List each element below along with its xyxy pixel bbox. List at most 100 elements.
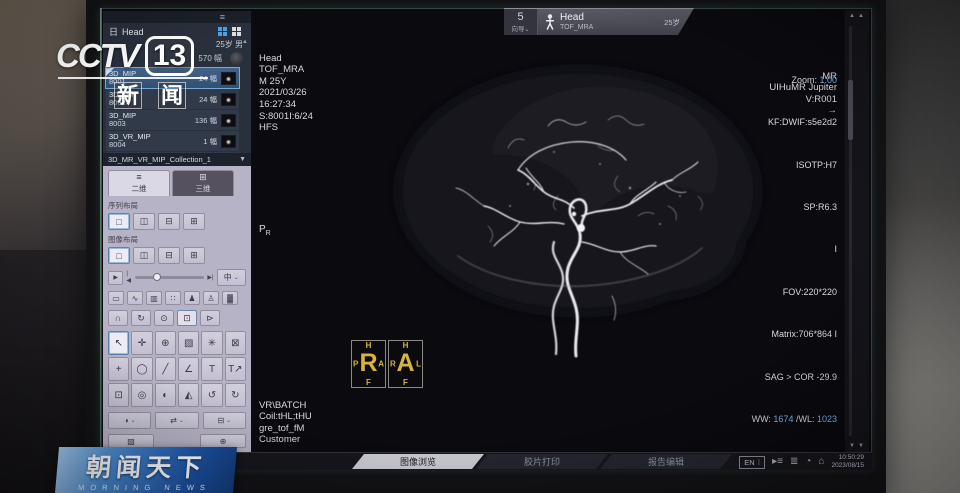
reset-layout-button[interactable]: ▨ <box>108 434 154 448</box>
series-count: 136 幅 <box>195 115 217 126</box>
background-desk <box>880 0 960 493</box>
scroll-down-icon[interactable]: ▼▼ <box>849 443 867 449</box>
program-subtitle: MORNING NEWS <box>78 483 212 492</box>
magnifier-icon[interactable]: ◎ <box>131 383 152 407</box>
layout-2row-button[interactable]: ⊟ <box>158 247 180 264</box>
info-line: S:8001I:6/24 <box>259 111 313 123</box>
patient-tab[interactable]: 5 向导⌄ Head TOF_MRA 25岁 <box>504 8 694 35</box>
taskbar-icons: ▸≡ ≣ ◔ ⌂ <box>772 457 824 467</box>
speed-select[interactable]: 中 ⌄ <box>217 269 246 286</box>
clock: 10:50:29 2023/08/15 <box>831 454 864 470</box>
study-thumbnail[interactable] <box>230 52 243 65</box>
layout-2x2-button[interactable]: ⊞ <box>183 213 205 230</box>
patient-tab-index[interactable]: 5 向导⌄ <box>504 9 538 35</box>
stat-line: SP:R6.3 <box>752 202 837 213</box>
series-id: 8004 <box>109 141 151 149</box>
cine-slider[interactable] <box>135 276 205 279</box>
stat-line: FOV:220*220 <box>752 287 837 298</box>
crop-icon[interactable]: ▧ <box>178 331 199 355</box>
patient-front-icon[interactable]: ♟ <box>184 291 200 305</box>
image-info-top-left: HeadTOF_MRAM 25Y2021/03/2616:27:34S:8001… <box>259 18 313 134</box>
patient-age: 25岁 <box>664 17 680 28</box>
layout-1x1-button[interactable]: □ <box>108 213 130 230</box>
info-line: Head <box>259 53 313 65</box>
play-button[interactable]: ▶ <box>108 271 123 285</box>
histogram-icon[interactable]: ▥ <box>146 291 162 305</box>
series-id: 8003 <box>109 120 136 128</box>
cine-loop-icon[interactable]: ↻ <box>131 310 151 326</box>
wwwl-combo[interactable]: ◑⌄ <box>108 412 151 429</box>
speed-value: 中 <box>224 272 232 283</box>
slider-handle[interactable] <box>153 273 161 281</box>
text-annotation-icon[interactable]: T <box>201 357 222 381</box>
preset-combo[interactable]: ⇄⌄ <box>155 412 198 429</box>
delete-region-icon[interactable]: ⊠ <box>225 331 246 355</box>
toolbox-icon[interactable]: ⌂ <box>818 457 824 467</box>
rotate-right-icon[interactable]: ↻ <box>225 383 246 407</box>
menu-icon[interactable]: ≡ <box>220 13 225 22</box>
enhance-icon[interactable]: ✳ <box>201 331 222 355</box>
crosshair-icon[interactable]: + <box>108 357 129 381</box>
waveform-icon[interactable]: ∿ <box>127 291 143 305</box>
collection-bar[interactable]: 3D_MR_VR_MIP_Collection_1 ▼ <box>103 153 251 166</box>
layout-2x2-button[interactable]: ⊞ <box>183 247 205 264</box>
layout-1x1-button[interactable]: □ <box>108 247 130 264</box>
layout-2col-button[interactable]: ◫ <box>133 213 155 230</box>
cine-player: ▶ |◀ ▶| 中 ⌄ <box>108 269 246 286</box>
workflow-tab[interactable]: 报告编辑 <box>600 454 732 469</box>
tab-2d-label: 二维 <box>132 183 147 194</box>
patient-back-icon[interactable]: ♙ <box>203 291 219 305</box>
image-viewport[interactable]: HeadTOF_MRAM 25Y2021/03/2616:27:34S:8001… <box>253 10 843 452</box>
window-icon[interactable]: ▭ <box>108 291 124 305</box>
magnify-box-icon[interactable]: ⊡ <box>108 383 129 407</box>
gradient-icon[interactable]: ▓ <box>222 291 238 305</box>
image-info-bottom-left: VR\BATCHCoil:tHL;tHUgre_tof_fMCustomer <box>259 365 312 446</box>
layout-2row-button[interactable]: ⊟ <box>158 213 180 230</box>
tab-2d[interactable]: ≡ 二维 <box>108 170 170 196</box>
thumbnail-view-icon[interactable] <box>218 27 227 36</box>
workflow-tab[interactable]: 胶片打印 <box>476 454 608 469</box>
ellipse-roi-icon[interactable]: ◯ <box>131 357 152 381</box>
angle-measure-icon[interactable]: ∠ <box>178 357 199 381</box>
viewport-scrollbar[interactable]: ▲▲ ▼▼ <box>845 10 869 452</box>
copy-icon[interactable]: ⊡ <box>177 310 197 326</box>
zoom-in-icon[interactable]: ⊕ <box>155 331 176 355</box>
patient-tab-body[interactable]: Head TOF_MRA 25岁 <box>538 9 694 35</box>
layout-2col-button[interactable]: ◫ <box>133 247 155 264</box>
scroll-up-icon[interactable]: ▲ <box>242 39 248 45</box>
step-back-icon[interactable]: |◀ <box>126 271 132 284</box>
scrollbar-thumb[interactable] <box>848 80 853 140</box>
invert-icon[interactable]: ◐ <box>155 383 176 407</box>
step-forward-icon[interactable]: ▶| <box>207 274 213 281</box>
series-thumbnail <box>221 135 236 148</box>
series-item[interactable]: 3D_MIP 8003 136 幅 <box>106 110 239 130</box>
list-view-icon[interactable] <box>232 27 241 36</box>
select-cursor-icon[interactable]: ↖ <box>108 331 129 355</box>
rotate-left-icon[interactable]: ↺ <box>201 383 222 407</box>
export-icon[interactable]: ⊳ <box>200 310 220 326</box>
series-item[interactable]: 3D_VR_MIP 8004 1 幅 <box>106 131 239 151</box>
patient-name: Head <box>560 12 593 24</box>
link-icon[interactable]: ∩ <box>108 310 128 326</box>
scroll-up-icon[interactable]: ▲▲ <box>849 13 867 19</box>
output-combo[interactable]: ⊟⌄ <box>203 412 246 429</box>
pan-hand-icon[interactable]: ✛ <box>131 331 152 355</box>
series-thumbnail <box>221 114 236 127</box>
task-list-icon[interactable]: ≣ <box>790 457 798 467</box>
target-button[interactable]: ⊕ <box>200 434 246 448</box>
tab-3d[interactable]: ⊞ 三维 <box>172 170 234 196</box>
arrow-annotation-icon[interactable]: T↗ <box>225 357 246 381</box>
power-clock-icon[interactable]: ◔ <box>805 457 811 467</box>
person-icon <box>545 14 555 30</box>
flip-horizontal-icon[interactable]: ◭ <box>178 383 199 407</box>
keyboard-layout-button[interactable]: EN ⁝ <box>739 456 765 469</box>
patient-nav-label: 向导 <box>511 26 524 33</box>
queue-icon[interactable]: ▸≡ <box>772 457 783 467</box>
workflow-tab[interactable]: 图像浏览 <box>352 454 484 469</box>
info-line: gre_tof_fM <box>259 423 312 435</box>
grid-dots-icon[interactable]: ∷ <box>165 291 181 305</box>
line-measure-icon[interactable]: ╱ <box>155 357 176 381</box>
sync-icon[interactable]: ⊙ <box>154 310 174 326</box>
info-line: Coil:tHL;tHU <box>259 411 312 423</box>
date-value: 2023/08/15 <box>831 462 864 469</box>
